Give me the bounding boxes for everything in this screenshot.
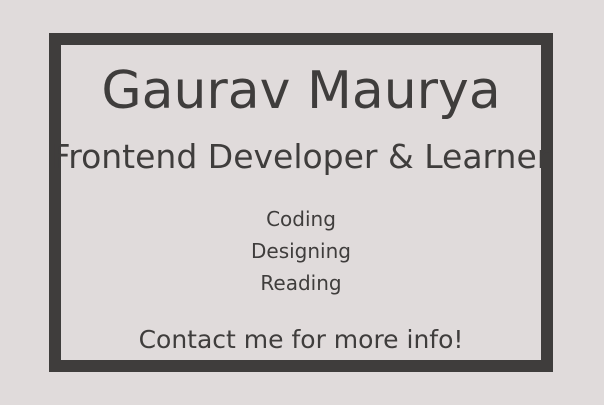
hobby-item-reading: Reading [260,271,342,295]
profile-title: Frontend Developer & Learner [51,137,551,176]
hobby-item-designing: Designing [251,239,351,263]
contact-message: Contact me for more info! [138,325,464,354]
profile-card: Gaurav Maurya Frontend Developer & Learn… [49,33,553,372]
profile-name: Gaurav Maurya [101,61,501,121]
hobby-list: Coding Designing Reading [61,203,541,299]
hobby-item-coding: Coding [266,207,336,231]
